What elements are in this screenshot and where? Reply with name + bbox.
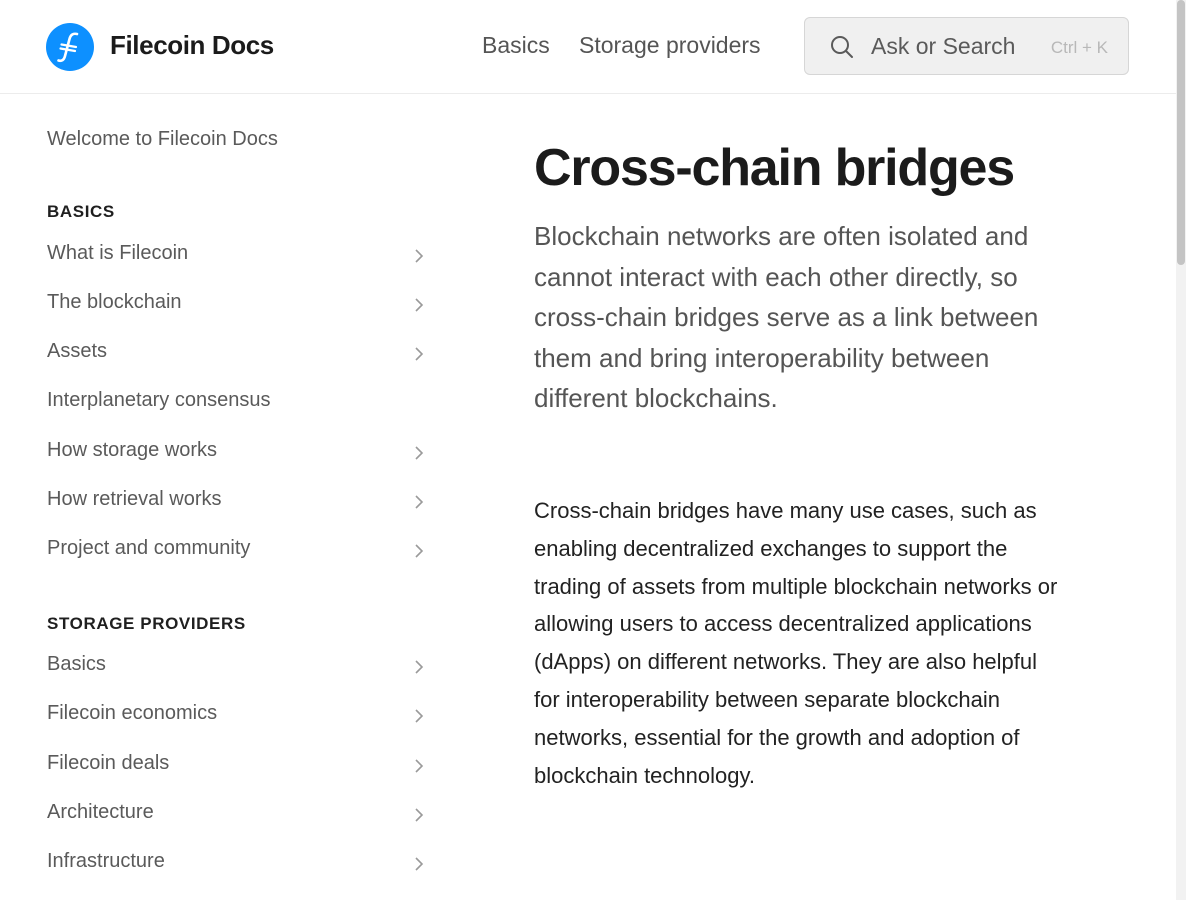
chevron-right-icon	[415, 759, 424, 773]
chevron-right-icon	[415, 857, 424, 871]
sidebar-item-how-storage-works[interactable]: How storage works	[47, 433, 432, 473]
sidebar-item-label: Architecture	[47, 801, 154, 823]
brand-title[interactable]: Filecoin Docs	[110, 30, 274, 61]
chevron-right-icon	[415, 544, 424, 558]
chevron-right-icon	[415, 298, 424, 312]
sidebar-item-label: Filecoin deals	[47, 752, 170, 774]
chevron-right-icon	[415, 495, 424, 509]
chevron-right-icon	[415, 446, 424, 460]
sidebar-item-label: Basics	[47, 653, 106, 675]
sidebar-heading-basics: BASICS	[47, 202, 115, 221]
sidebar-nav: Welcome to Filecoin Docs BASICS What is …	[0, 94, 450, 900]
top-header: Filecoin Docs Basics Storage providers A…	[0, 0, 1176, 94]
sidebar-item-architecture[interactable]: Architecture	[47, 795, 432, 835]
chevron-right-icon	[415, 660, 424, 674]
sidebar-item-label: The blockchain	[47, 291, 182, 313]
sidebar-item-label: Filecoin economics	[47, 702, 218, 724]
sidebar-item-label: How storage works	[47, 439, 218, 461]
filecoin-logo-icon[interactable]	[46, 23, 94, 71]
sidebar-item-infrastructure[interactable]: Infrastructure	[47, 844, 432, 884]
sidebar-item-sp-basics[interactable]: Basics	[47, 647, 432, 687]
sidebar-item-label: How retrieval works	[47, 488, 222, 510]
sidebar-item-label: Interplanetary consensus	[47, 389, 271, 411]
page-title: Cross-chain bridges	[534, 139, 1015, 197]
chevron-right-icon	[415, 808, 424, 822]
topnav-basics-link[interactable]: Basics	[482, 32, 550, 59]
sidebar-item-project-and-community[interactable]: Project and community	[47, 531, 432, 571]
sidebar-item-filecoin-deals[interactable]: Filecoin deals	[47, 746, 432, 786]
sidebar-item-label: Project and community	[47, 537, 251, 559]
chevron-right-icon	[415, 249, 424, 263]
sidebar-item-the-blockchain[interactable]: The blockchain	[47, 285, 432, 325]
sidebar-item-welcome[interactable]: Welcome to Filecoin Docs	[47, 128, 278, 151]
lead-paragraph: Blockchain networks are often isolated a…	[534, 221, 1039, 414]
search-shortcut-hint: Ctrl + K	[1050, 38, 1108, 57]
search-icon	[829, 34, 855, 65]
sidebar-item-label: Infrastructure	[47, 850, 165, 872]
sidebar-heading-storage-providers: STORAGE PROVIDERS	[47, 614, 246, 633]
topnav-storage-providers-link[interactable]: Storage providers	[579, 32, 761, 59]
chevron-right-icon	[415, 709, 424, 723]
search-box[interactable]: Ask or Search Ctrl + K	[804, 17, 1129, 75]
body-paragraph: Cross-chain bridges have many use cases,…	[534, 498, 1058, 788]
sidebar-item-interplanetary-consensus[interactable]: Interplanetary consensus	[47, 383, 432, 423]
sidebar-item-assets[interactable]: Assets	[47, 334, 432, 374]
sidebar-item-label: Assets	[47, 340, 108, 362]
sidebar-item-label: What is Filecoin	[47, 242, 189, 264]
search-placeholder: Ask or Search	[871, 33, 1016, 59]
sidebar-item-filecoin-economics[interactable]: Filecoin economics	[47, 696, 432, 736]
chevron-right-icon	[415, 347, 424, 361]
sidebar-item-how-retrieval-works[interactable]: How retrieval works	[47, 482, 432, 522]
scrollbar-thumb[interactable]	[1177, 0, 1185, 265]
page-scrollbar[interactable]	[1176, 0, 1186, 900]
sidebar-item-what-is-filecoin[interactable]: What is Filecoin	[47, 236, 432, 276]
